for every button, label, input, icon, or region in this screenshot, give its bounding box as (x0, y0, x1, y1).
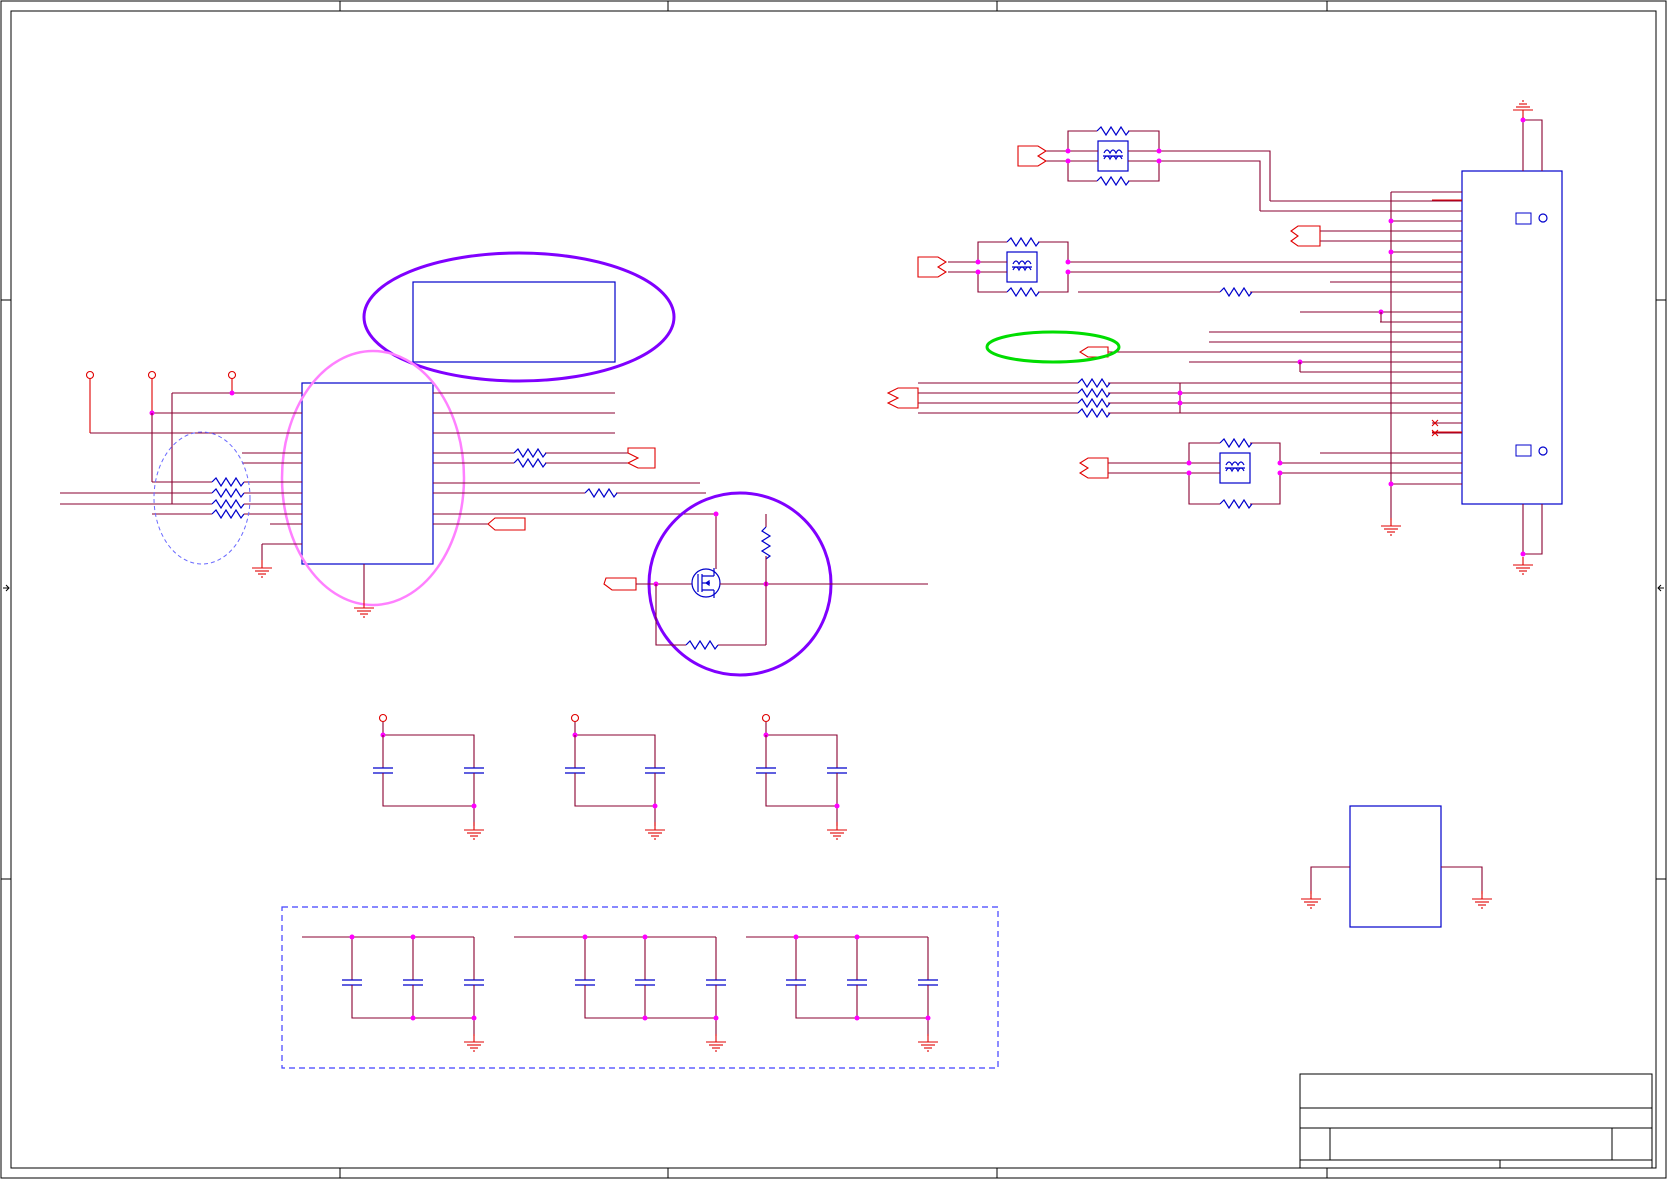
connector-pins (1068, 191, 1462, 487)
sheet-border (0, 0, 1667, 1179)
pink-ellipse-ic (280, 349, 466, 607)
mosfet-section (603, 491, 928, 677)
cap-pair-1 (372, 713, 485, 840)
decoupling-section (281, 906, 999, 1069)
connector-section (886, 100, 1563, 575)
ferrite-1 (1017, 126, 1271, 211)
ferrite-2 (917, 237, 1071, 297)
cap-pairs (372, 713, 848, 840)
left-ic-section (60, 349, 716, 618)
title-block (1299, 1073, 1653, 1169)
cap-pair-3 (755, 713, 848, 840)
cap-group-1 (302, 934, 485, 1052)
cap-pair-2 (564, 713, 666, 840)
resistor-bank (886, 378, 1183, 418)
bottom-right-block (1300, 805, 1493, 928)
ferrite-3 (1078, 438, 1283, 509)
schematic-canvas (0, 0, 1667, 1179)
cap-group-3 (746, 934, 939, 1052)
cap-group-2 (514, 934, 727, 1052)
